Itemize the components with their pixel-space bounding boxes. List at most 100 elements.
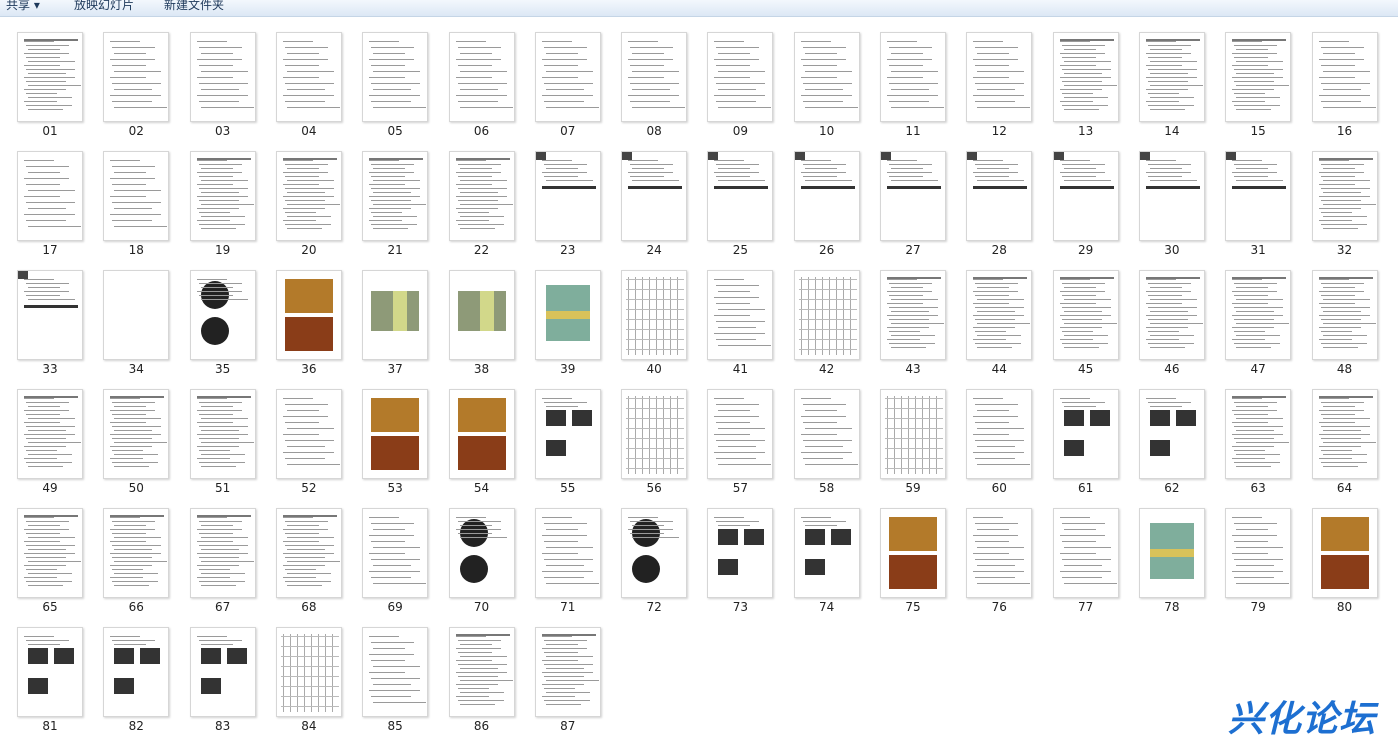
file-thumbnail[interactable]: 26 — [787, 145, 867, 257]
file-thumbnail[interactable]: 29 — [1046, 145, 1126, 257]
file-thumbnail[interactable]: 83 — [183, 621, 263, 733]
file-thumbnail[interactable]: 60 — [959, 383, 1039, 495]
file-thumbnail[interactable]: 28 — [959, 145, 1039, 257]
file-thumbnail[interactable]: 85 — [355, 621, 435, 733]
file-thumbnail[interactable]: 11 — [873, 26, 953, 138]
thumbnail-label: 80 — [1336, 600, 1353, 614]
new-folder-button[interactable]: 新建文件夹 — [164, 0, 224, 13]
file-thumbnail[interactable]: 01 — [10, 26, 90, 138]
file-thumbnail[interactable]: 37 — [355, 264, 435, 376]
file-thumbnail[interactable]: 65 — [10, 502, 90, 614]
thumbnail-label: 24 — [646, 243, 662, 257]
file-thumbnail[interactable]: 51 — [183, 383, 263, 495]
file-thumbnail[interactable]: 44 — [959, 264, 1039, 376]
file-thumbnail[interactable]: 53 — [355, 383, 435, 495]
thumbnail-label: 55 — [560, 481, 576, 495]
thumbnail-preview — [966, 270, 1033, 360]
file-thumbnail[interactable]: 71 — [528, 502, 608, 614]
file-thumbnail[interactable]: 72 — [614, 502, 694, 614]
file-thumbnail[interactable]: 61 — [1046, 383, 1126, 495]
file-thumbnail[interactable]: 17 — [10, 145, 90, 257]
file-thumbnail[interactable]: 56 — [614, 383, 694, 495]
thumbnail-label: 63 — [1250, 481, 1266, 495]
file-thumbnail[interactable]: 45 — [1046, 264, 1126, 376]
file-thumbnail[interactable]: 03 — [183, 26, 263, 138]
slideshow-button[interactable]: 放映幻灯片 — [74, 0, 134, 13]
file-thumbnail[interactable]: 41 — [700, 264, 780, 376]
file-thumbnail[interactable]: 54 — [442, 383, 522, 495]
file-thumbnail[interactable]: 58 — [787, 383, 867, 495]
file-thumbnail[interactable]: 69 — [355, 502, 435, 614]
file-thumbnail[interactable]: 22 — [442, 145, 522, 257]
file-thumbnail[interactable]: 31 — [1218, 145, 1298, 257]
file-thumbnail[interactable]: 46 — [1132, 264, 1212, 376]
file-thumbnail[interactable]: 43 — [873, 264, 953, 376]
file-thumbnail[interactable]: 30 — [1132, 145, 1212, 257]
file-thumbnail[interactable]: 25 — [700, 145, 780, 257]
file-thumbnail[interactable]: 20 — [269, 145, 349, 257]
file-thumbnail[interactable]: 24 — [614, 145, 694, 257]
file-thumbnail[interactable]: 80 — [1305, 502, 1385, 614]
file-thumbnail[interactable]: 18 — [96, 145, 176, 257]
file-thumbnail[interactable]: 21 — [355, 145, 435, 257]
file-thumbnail[interactable]: 86 — [442, 621, 522, 733]
file-thumbnail[interactable]: 66 — [96, 502, 176, 614]
file-thumbnail[interactable]: 34 — [96, 264, 176, 376]
file-thumbnail[interactable]: 76 — [959, 502, 1039, 614]
file-thumbnail[interactable]: 04 — [269, 26, 349, 138]
file-thumbnail[interactable]: 09 — [700, 26, 780, 138]
file-thumbnail[interactable]: 08 — [614, 26, 694, 138]
thumbnail-label: 85 — [387, 719, 403, 733]
file-thumbnail[interactable]: 14 — [1132, 26, 1212, 138]
thumbnail-preview — [448, 151, 515, 241]
file-thumbnail[interactable]: 33 — [10, 264, 90, 376]
file-thumbnail[interactable]: 68 — [269, 502, 349, 614]
file-thumbnail[interactable]: 82 — [96, 621, 176, 733]
file-thumbnail[interactable]: 74 — [787, 502, 867, 614]
file-thumbnail[interactable]: 12 — [959, 26, 1039, 138]
file-thumbnail[interactable]: 05 — [355, 26, 435, 138]
file-thumbnail[interactable]: 50 — [96, 383, 176, 495]
file-thumbnail[interactable]: 15 — [1218, 26, 1298, 138]
file-thumbnail[interactable]: 59 — [873, 383, 953, 495]
file-thumbnail[interactable]: 49 — [10, 383, 90, 495]
file-thumbnail[interactable]: 06 — [442, 26, 522, 138]
file-thumbnail[interactable]: 70 — [442, 502, 522, 614]
file-thumbnail[interactable]: 38 — [442, 264, 522, 376]
file-thumbnail[interactable]: 42 — [787, 264, 867, 376]
file-thumbnail[interactable]: 16 — [1305, 26, 1385, 138]
file-thumbnail[interactable]: 36 — [269, 264, 349, 376]
file-thumbnail[interactable]: 75 — [873, 502, 953, 614]
file-thumbnail[interactable]: 40 — [614, 264, 694, 376]
file-thumbnail[interactable]: 57 — [700, 383, 780, 495]
file-thumbnail[interactable]: 78 — [1132, 502, 1212, 614]
file-thumbnail[interactable]: 19 — [183, 145, 263, 257]
file-thumbnail[interactable]: 47 — [1218, 264, 1298, 376]
file-thumbnail[interactable]: 32 — [1305, 145, 1385, 257]
thumbnail-label: 84 — [301, 719, 317, 733]
file-thumbnail[interactable]: 52 — [269, 383, 349, 495]
file-thumbnail[interactable]: 27 — [873, 145, 953, 257]
thumbnail-preview — [275, 389, 342, 479]
file-thumbnail[interactable]: 62 — [1132, 383, 1212, 495]
file-thumbnail[interactable]: 73 — [700, 502, 780, 614]
thumbnail-label: 13 — [1077, 124, 1094, 138]
file-thumbnail[interactable]: 39 — [528, 264, 608, 376]
share-menu-button[interactable]: 共享 ▾ — [6, 0, 40, 13]
file-thumbnail[interactable]: 02 — [96, 26, 176, 138]
file-thumbnail[interactable]: 10 — [787, 26, 867, 138]
file-thumbnail[interactable]: 13 — [1046, 26, 1126, 138]
file-thumbnail[interactable]: 23 — [528, 145, 608, 257]
file-thumbnail[interactable]: 84 — [269, 621, 349, 733]
file-thumbnail[interactable]: 67 — [183, 502, 263, 614]
file-thumbnail[interactable]: 35 — [183, 264, 263, 376]
file-thumbnail[interactable]: 81 — [10, 621, 90, 733]
file-thumbnail[interactable]: 64 — [1305, 383, 1385, 495]
file-thumbnail[interactable]: 55 — [528, 383, 608, 495]
file-thumbnail[interactable]: 63 — [1218, 383, 1298, 495]
file-thumbnail[interactable]: 48 — [1305, 264, 1385, 376]
file-thumbnail[interactable]: 87 — [528, 621, 608, 733]
file-thumbnail[interactable]: 77 — [1046, 502, 1126, 614]
file-thumbnail[interactable]: 07 — [528, 26, 608, 138]
file-thumbnail[interactable]: 79 — [1218, 502, 1298, 614]
